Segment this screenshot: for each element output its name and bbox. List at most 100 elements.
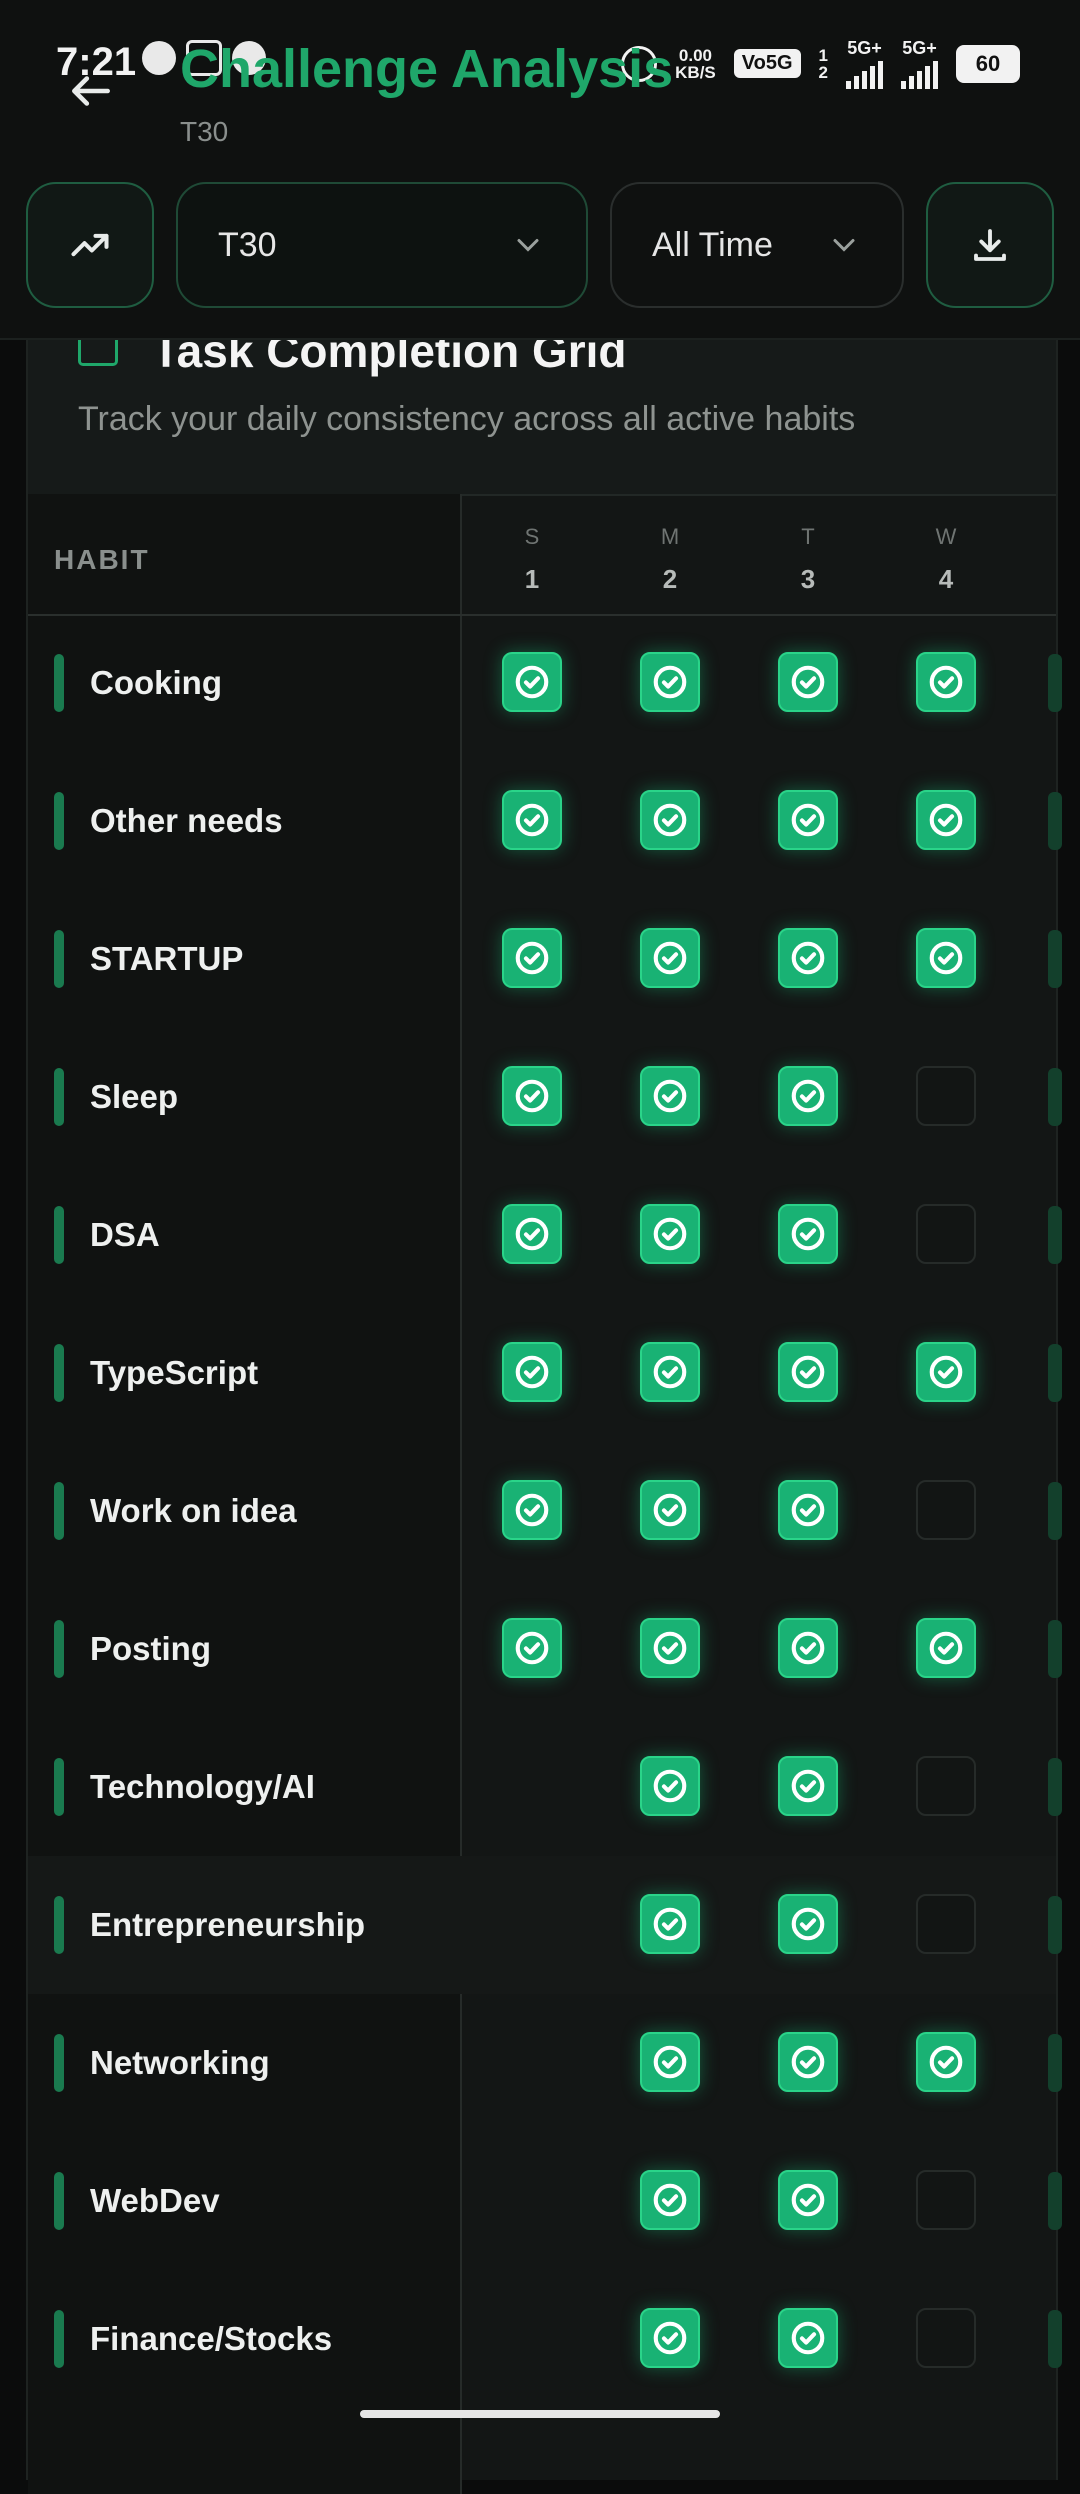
completed-cell[interactable]	[502, 1066, 562, 1126]
next-column-peek	[1048, 1896, 1062, 1954]
check-circle-icon	[651, 1767, 689, 1805]
check-circle-icon	[927, 1353, 965, 1391]
completed-cell[interactable]	[502, 1618, 562, 1678]
completed-cell[interactable]	[502, 1480, 562, 1540]
empty-cell[interactable]	[916, 1204, 976, 1264]
completed-cell[interactable]	[640, 928, 700, 988]
time-range-value: All Time	[652, 225, 773, 264]
empty-cell[interactable]	[916, 2170, 976, 2230]
completed-cell[interactable]	[778, 2170, 838, 2230]
chevron-down-icon	[517, 239, 539, 252]
habit-name: TypeScript	[90, 1354, 259, 1391]
habit-row: Entrepreneurship	[28, 1856, 1062, 1994]
check-circle-icon	[789, 663, 827, 701]
habit-row: Cooking	[28, 614, 1062, 752]
sim-indicator: 1 2	[819, 47, 828, 81]
completed-cell[interactable]	[778, 1894, 838, 1954]
habit-color-bar	[54, 1344, 64, 1402]
completed-cell[interactable]	[502, 1342, 562, 1402]
habit-color-bar	[54, 2172, 64, 2230]
habit-color-bar	[54, 1758, 64, 1816]
completed-cell[interactable]	[640, 1342, 700, 1402]
completed-cell[interactable]	[916, 928, 976, 988]
sim-2: 2	[818, 62, 828, 82]
home-indicator[interactable]	[360, 2410, 720, 2418]
completed-cell[interactable]	[916, 790, 976, 850]
completed-cell[interactable]	[640, 1204, 700, 1264]
completed-cell[interactable]	[778, 1204, 838, 1264]
check-circle-icon	[927, 663, 965, 701]
check-circle-icon	[789, 1905, 827, 1943]
download-icon	[974, 229, 1006, 261]
habit-name: Networking	[90, 2044, 270, 2081]
day-number: 2	[662, 564, 678, 594]
day-number: 3	[800, 564, 816, 594]
next-column-peek	[1048, 2310, 1062, 2368]
check-circle-icon	[927, 939, 965, 977]
habit-name: Cooking	[90, 664, 222, 701]
completed-cell[interactable]	[916, 1342, 976, 1402]
completed-cell[interactable]	[640, 1618, 700, 1678]
completed-cell[interactable]	[778, 1756, 838, 1816]
completed-cell[interactable]	[778, 1618, 838, 1678]
completed-cell[interactable]	[640, 1894, 700, 1954]
habit-color-bar	[54, 930, 64, 988]
completed-cell[interactable]	[640, 790, 700, 850]
card-description: Track your daily consistency across all …	[78, 400, 856, 438]
completed-cell[interactable]	[778, 928, 838, 988]
completed-cell[interactable]	[778, 790, 838, 850]
check-circle-icon	[513, 663, 551, 701]
check-circle-icon	[789, 2043, 827, 2081]
completed-cell[interactable]	[640, 1480, 700, 1540]
completed-cell[interactable]	[640, 652, 700, 712]
trend-button[interactable]	[26, 182, 154, 308]
check-circle-icon	[789, 1353, 827, 1391]
back-arrow-icon[interactable]	[66, 66, 116, 116]
signal-icon	[901, 59, 938, 89]
check-circle-icon	[513, 1077, 551, 1115]
completed-cell[interactable]	[916, 1618, 976, 1678]
completed-cell[interactable]	[778, 2308, 838, 2368]
completed-cell[interactable]	[916, 652, 976, 712]
day-header: M2	[630, 524, 710, 595]
check-circle-icon	[651, 2043, 689, 2081]
completed-cell[interactable]	[640, 1066, 700, 1126]
day-letter: T	[801, 524, 815, 549]
page-subtitle: T30	[180, 116, 229, 147]
challenge-select[interactable]: T30	[176, 182, 588, 308]
empty-cell[interactable]	[916, 1066, 976, 1126]
sim-1: 1	[818, 45, 828, 65]
completed-cell[interactable]	[778, 1480, 838, 1540]
next-column-peek	[1048, 1344, 1062, 1402]
completed-cell[interactable]	[502, 1204, 562, 1264]
completed-cell[interactable]	[640, 2308, 700, 2368]
time-range-select[interactable]: All Time	[610, 182, 904, 308]
habit-name: Work on idea	[90, 1492, 297, 1529]
completed-cell[interactable]	[778, 652, 838, 712]
empty-cell[interactable]	[916, 1756, 976, 1816]
completed-cell[interactable]	[916, 2032, 976, 2092]
completed-cell[interactable]	[778, 1066, 838, 1126]
check-circle-icon	[651, 2181, 689, 2219]
habit-name: STARTUP	[90, 940, 244, 977]
check-circle-icon	[927, 2043, 965, 2081]
habit-color-bar	[54, 792, 64, 850]
completed-cell[interactable]	[640, 2032, 700, 2092]
completed-cell[interactable]	[640, 1756, 700, 1816]
completed-cell[interactable]	[778, 1342, 838, 1402]
download-button[interactable]	[926, 182, 1054, 308]
check-circle-icon	[513, 939, 551, 977]
next-column-peek	[1048, 1068, 1062, 1126]
completed-cell[interactable]	[502, 790, 562, 850]
habit-row: Sleep	[28, 1028, 1062, 1166]
empty-cell[interactable]	[916, 2308, 976, 2368]
empty-cell[interactable]	[916, 1480, 976, 1540]
completed-cell[interactable]	[502, 928, 562, 988]
check-circle-icon	[651, 663, 689, 701]
completed-cell[interactable]	[778, 2032, 838, 2092]
check-circle-icon	[513, 1353, 551, 1391]
completed-cell[interactable]	[502, 652, 562, 712]
empty-cell[interactable]	[916, 1894, 976, 1954]
completed-cell[interactable]	[640, 2170, 700, 2230]
habit-row: TypeScript	[28, 1304, 1062, 1442]
